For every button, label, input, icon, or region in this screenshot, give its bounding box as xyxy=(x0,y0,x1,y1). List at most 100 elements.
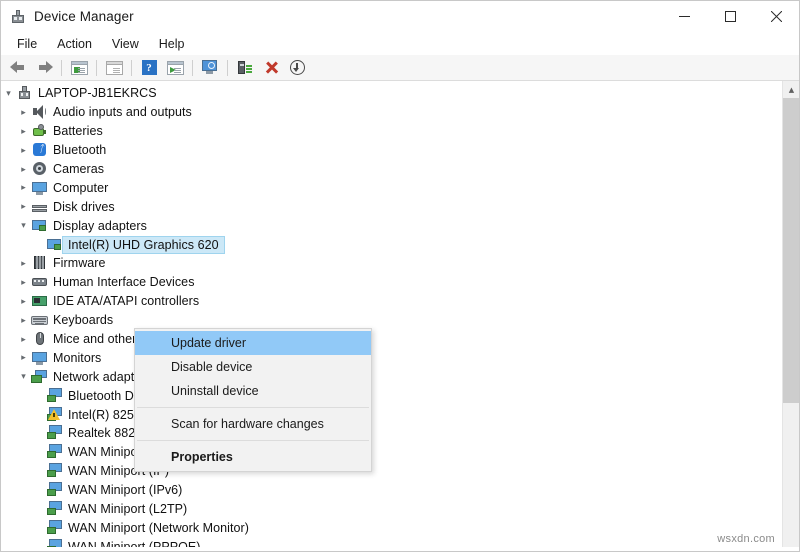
tree-item-realtek-8821ce[interactable]: Realtek 8821CE Wireless LAN 802.11ac PCI… xyxy=(1,424,782,443)
window-title: Device Manager xyxy=(34,9,134,24)
tree-item-wan-miniport-l2tp[interactable]: WAN Miniport (L2TP) xyxy=(1,500,782,519)
forward-button[interactable] xyxy=(32,57,56,79)
chevron-right-icon[interactable]: ▸ xyxy=(16,107,31,117)
chevron-right-icon[interactable]: ▸ xyxy=(16,296,31,306)
computer-icon xyxy=(16,85,33,101)
tree-item-network-adapters[interactable]: ▾ Network adapters xyxy=(1,367,782,386)
chevron-down-icon[interactable]: ▾ xyxy=(16,372,31,381)
chevron-right-icon[interactable]: ▸ xyxy=(16,183,31,192)
maximize-button[interactable] xyxy=(707,1,753,32)
tree-item-label: Human Interface Devices xyxy=(53,275,195,290)
close-button[interactable] xyxy=(753,1,799,32)
tree-item-label: Disk drives xyxy=(53,199,115,214)
network-device-icon xyxy=(46,519,63,536)
uninstall-device-button[interactable] xyxy=(259,57,283,79)
tree-item-monitors[interactable]: ▸ Monitors xyxy=(1,348,782,367)
menu-file[interactable]: File xyxy=(7,35,47,53)
menu-help[interactable]: Help xyxy=(149,35,195,53)
tree-item-batteries[interactable]: ▸ Batteries xyxy=(1,122,782,141)
tree-item-label: Audio inputs and outputs xyxy=(53,105,192,120)
network-device-icon xyxy=(46,387,63,404)
content-area: ▾ LAPTOP-JB1EKRCS ▸ Audio inputs and out… xyxy=(1,81,799,547)
disable-device-button[interactable] xyxy=(285,57,309,79)
tree-item-bluetooth-device-pan[interactable]: Bluetooth Device (Personal Area Network) xyxy=(1,386,782,405)
bluetooth-icon: ᛏ xyxy=(31,142,48,158)
tree-item-disk-drives[interactable]: ▸ Disk drives xyxy=(1,197,782,216)
tree-item-label: Monitors xyxy=(53,350,102,365)
tree-item-computer[interactable]: ▸ Computer xyxy=(1,178,782,197)
tree-item-label: Keyboards xyxy=(53,313,114,328)
menu-view[interactable]: View xyxy=(102,35,149,53)
tree-item-ide-ata-atapi-controllers[interactable]: ▸ IDE ATA/ATAPI controllers xyxy=(1,292,782,311)
properties-button[interactable] xyxy=(163,57,187,79)
device-tree[interactable]: ▾ LAPTOP-JB1EKRCS ▸ Audio inputs and out… xyxy=(1,81,782,547)
context-menu-item-scan-for-hardware-changes[interactable]: Scan for hardware changes xyxy=(135,412,371,436)
show-hide-console-tree-button[interactable] xyxy=(67,57,91,79)
forward-arrow-icon xyxy=(36,61,53,74)
monitor-icon xyxy=(31,180,48,196)
display-adapter-icon xyxy=(46,237,63,253)
tree-item-keyboards[interactable]: ▸ Keyboards xyxy=(1,311,782,330)
tree-item-wan-miniport-ikev2[interactable]: WAN Miniport (IKEv2) xyxy=(1,443,782,462)
tree-item-human-interface-devices[interactable]: ▸ Human Interface Devices xyxy=(1,273,782,292)
toolbar-separator xyxy=(96,59,97,76)
network-device-icon xyxy=(46,463,63,479)
chevron-right-icon[interactable]: ▸ xyxy=(16,353,31,362)
context-menu-item-update-driver[interactable]: Update driver xyxy=(135,331,371,355)
tree-item-bluetooth[interactable]: ▸ ᛏ Bluetooth xyxy=(1,141,782,160)
chevron-right-icon[interactable]: ▸ xyxy=(16,164,31,174)
toolbar: ? xyxy=(1,55,799,81)
tree-item-firmware[interactable]: ▸ Firmware xyxy=(1,254,782,273)
tree-item-wan-miniport-network-monitor[interactable]: WAN Miniport (Network Monitor) xyxy=(1,518,782,537)
tree-item-wan-miniport-ipv6[interactable]: WAN Miniport (IPv6) xyxy=(1,481,782,500)
menu-action[interactable]: Action xyxy=(47,35,102,53)
tree-item-label: Display adapters xyxy=(53,218,147,233)
scan-devices-button[interactable] xyxy=(198,57,222,79)
display-adapter-icon xyxy=(31,218,48,234)
tree-item-cameras[interactable]: ▸ Cameras xyxy=(1,160,782,179)
chevron-right-icon[interactable]: ▸ xyxy=(16,202,31,211)
tree-item-label: Firmware xyxy=(53,256,106,271)
help-button[interactable]: ? xyxy=(137,57,161,79)
scroll-up-button[interactable]: ▲ xyxy=(783,81,799,98)
minimize-button[interactable] xyxy=(661,1,707,32)
update-driver-button[interactable] xyxy=(233,57,257,79)
network-device-icon xyxy=(46,425,63,441)
chevron-down-icon[interactable]: ▾ xyxy=(16,221,31,230)
tree-item-mice-and-other-pointing-devices[interactable]: ▸ Mice and other pointing devices xyxy=(1,330,782,349)
tree-item-label: Bluetooth xyxy=(53,143,107,158)
context-menu-item-properties[interactable]: Properties xyxy=(135,445,371,469)
vertical-scrollbar[interactable]: ▲ xyxy=(782,81,799,547)
tree-item-label: WAN Miniport (PPPOE) xyxy=(68,539,201,547)
hid-icon xyxy=(31,274,48,290)
title-bar: Device Manager xyxy=(1,1,799,32)
properties-window-button[interactable] xyxy=(102,57,126,79)
chevron-right-icon[interactable]: ▸ xyxy=(16,258,31,268)
tree-item-label: Cameras xyxy=(53,162,105,176)
back-button[interactable] xyxy=(6,57,30,79)
context-menu-item-disable-device[interactable]: Disable device xyxy=(135,355,371,379)
tree-item-audio-inputs-and-outputs[interactable]: ▸ Audio inputs and outputs xyxy=(1,103,782,122)
tree-item-wan-miniport-pppoe[interactable]: WAN Miniport (PPPOE) xyxy=(1,537,782,547)
tree-item-label: WAN Miniport (IPv6) xyxy=(68,483,183,498)
chevron-right-icon[interactable]: ▸ xyxy=(16,277,31,287)
chevron-down-icon[interactable]: ▾ xyxy=(1,88,16,98)
context-menu[interactable]: Update driver Disable device Uninstall d… xyxy=(134,328,372,472)
chevron-right-icon[interactable]: ▸ xyxy=(16,334,31,344)
tree-item-intel-82567lf-gigabit[interactable]: Intel(R) 82567LF Gigabit Network Connect… xyxy=(1,405,782,424)
disk-drive-icon xyxy=(31,199,48,215)
chevron-right-icon[interactable]: ▸ xyxy=(16,126,31,136)
context-menu-item-uninstall-device[interactable]: Uninstall device xyxy=(135,379,371,403)
tree-item-intel-uhd-graphics-620[interactable]: Intel(R) UHD Graphics 620 xyxy=(1,235,782,254)
tree-item-root[interactable]: ▾ LAPTOP-JB1EKRCS xyxy=(1,84,782,103)
tree-item-wan-miniport-ip[interactable]: WAN Miniport (IP) xyxy=(1,462,782,481)
chevron-right-icon[interactable]: ▸ xyxy=(16,315,31,325)
tree-item-label: Intel(R) UHD Graphics 620 xyxy=(62,235,225,254)
scrollbar-thumb[interactable] xyxy=(783,98,799,403)
toolbar-separator xyxy=(61,59,62,76)
tree-item-label: WAN Miniport (L2TP) xyxy=(68,502,188,517)
battery-icon xyxy=(31,123,48,139)
toolbar-separator xyxy=(131,59,132,76)
chevron-right-icon[interactable]: ▸ xyxy=(16,145,31,155)
tree-item-display-adapters[interactable]: ▾ Display adapters xyxy=(1,216,782,235)
